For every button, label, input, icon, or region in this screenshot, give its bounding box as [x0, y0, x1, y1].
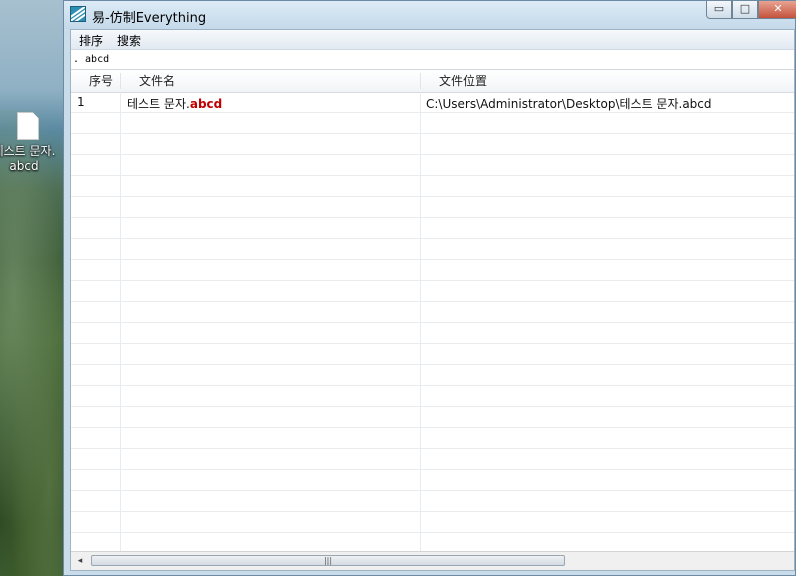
filename-match-highlight: abcd [189, 97, 223, 111]
table-row[interactable]: 1 테스트 문자.abcd C:\Users\Administrator\Des… [71, 92, 794, 113]
menu-bar: 排序 搜索 [71, 30, 794, 50]
empty-row [71, 281, 794, 302]
file-icon [17, 112, 39, 140]
empty-row [71, 407, 794, 428]
search-bar [71, 50, 794, 70]
empty-row [71, 323, 794, 344]
menu-item-search[interactable]: 搜索 [115, 32, 143, 49]
empty-row [71, 134, 794, 155]
maximize-button[interactable]: □ [732, 1, 758, 19]
window-title: 易-仿制Everything [92, 11, 207, 26]
list-rows: 1 테스트 문자.abcd C:\Users\Administrator\Des… [71, 92, 794, 554]
empty-row [71, 218, 794, 239]
app-logo-icon [70, 6, 86, 22]
close-button[interactable]: ✕ [758, 1, 796, 19]
list-header: 序号 文件名 文件位置 [71, 70, 794, 93]
row-filename: 테스트 문자.abcd [127, 95, 222, 112]
row-path: C:\Users\Administrator\Desktop\테스트 문자.ab… [426, 97, 712, 111]
scroll-left-arrow-icon[interactable]: ◂ [73, 554, 87, 568]
filename-prefix: 테스트 문자. [127, 97, 190, 111]
column-divider[interactable] [120, 73, 121, 89]
search-input[interactable] [73, 52, 673, 66]
minimize-button[interactable]: ▭ [706, 1, 732, 19]
empty-row [71, 260, 794, 281]
empty-row [71, 113, 794, 134]
menu-item-sort[interactable]: 排序 [77, 32, 105, 49]
column-header-index[interactable]: 序号 [89, 70, 113, 92]
app-window: 易-仿制Everything ▭ □ ✕ 排序 搜索 序号 文件名 文件位置 [63, 0, 796, 576]
empty-row [71, 365, 794, 386]
column-header-location[interactable]: 文件位置 [439, 70, 487, 92]
empty-row [71, 428, 794, 449]
desktop-file-label-line2: abcd [9, 159, 39, 173]
desktop-scenery [0, 110, 70, 576]
desktop-file-label-line1: 테스트 문자. [0, 144, 56, 158]
empty-row [71, 344, 794, 365]
empty-row [71, 302, 794, 323]
empty-row [71, 239, 794, 260]
column-divider[interactable] [420, 73, 421, 89]
empty-row [71, 176, 794, 197]
empty-row [71, 512, 794, 533]
empty-row [71, 155, 794, 176]
horizontal-scrollbar[interactable]: ◂ ||| [71, 551, 794, 570]
client-area: 排序 搜索 序号 文件名 文件位置 1 테스트 문자.abcd C:\Users… [70, 29, 795, 571]
empty-row [71, 449, 794, 470]
title-bar[interactable]: 易-仿制Everything ▭ □ ✕ [64, 1, 796, 29]
empty-row [71, 197, 794, 218]
row-index: 1 [77, 95, 85, 109]
empty-row [71, 491, 794, 512]
desktop-file-icon[interactable]: 테스트 문자. abcd [0, 112, 56, 174]
column-header-filename[interactable]: 文件名 [139, 70, 175, 92]
empty-row [71, 470, 794, 491]
scrollbar-thumb[interactable]: ||| [91, 555, 565, 566]
results-list: 序号 文件名 文件位置 1 테스트 문자.abcd C:\Users\Admin… [71, 70, 794, 570]
empty-row [71, 386, 794, 407]
